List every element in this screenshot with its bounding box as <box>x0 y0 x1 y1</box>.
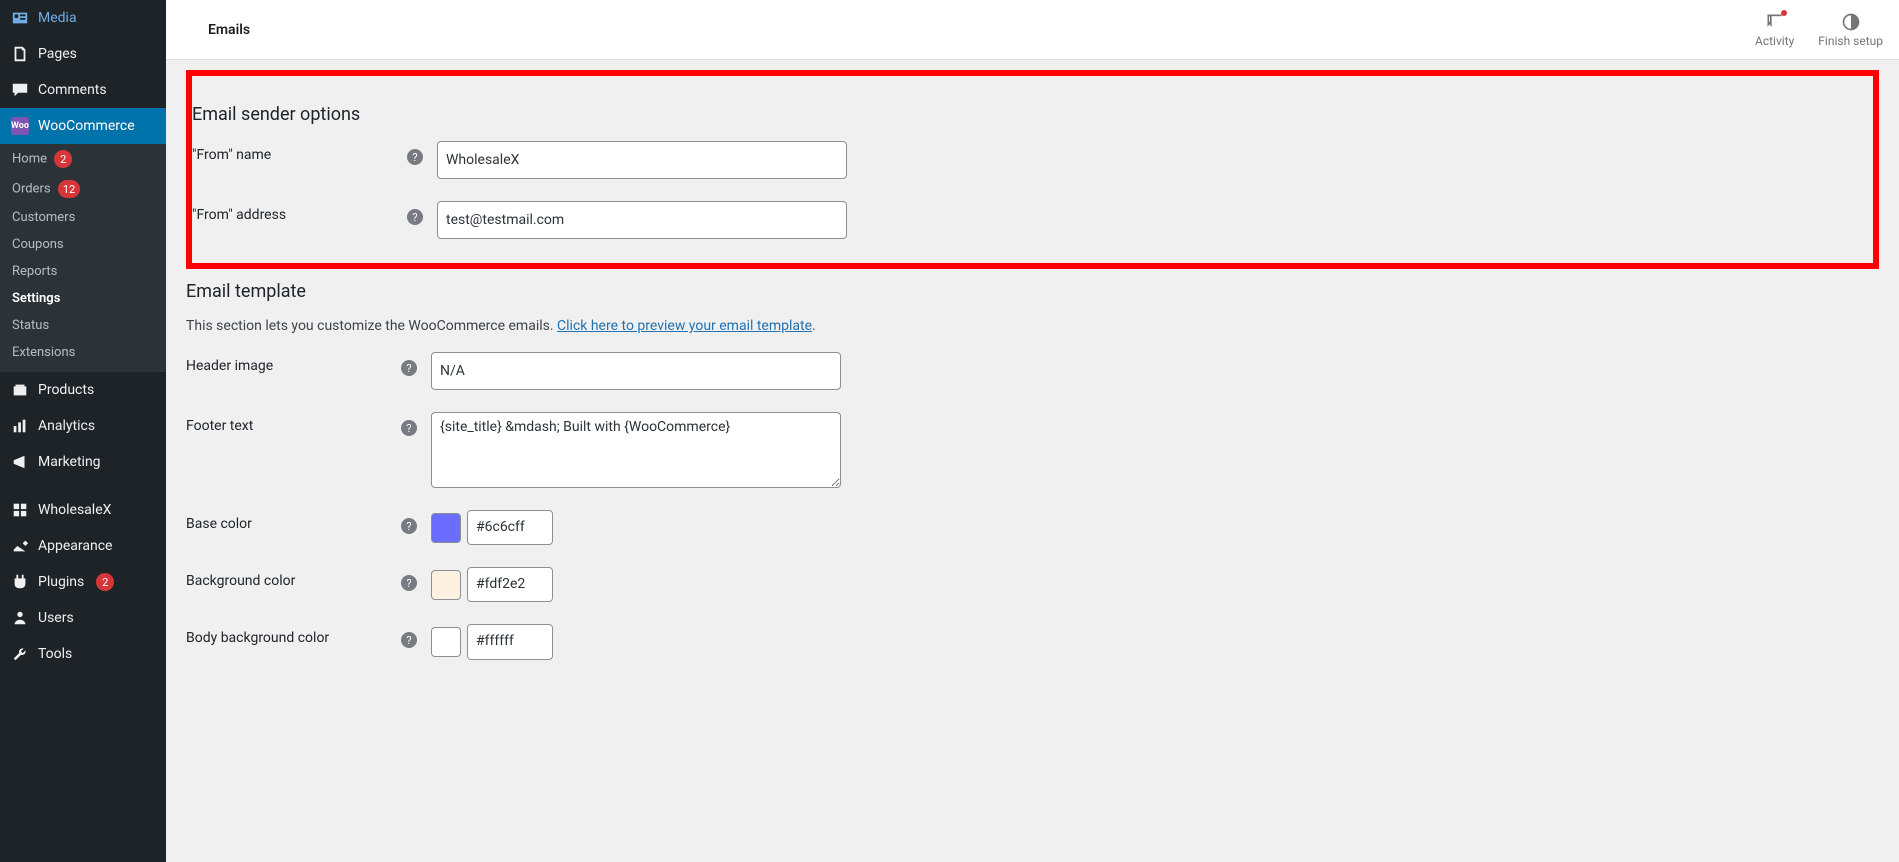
finish-setup-button[interactable]: Finish setup <box>1818 12 1883 48</box>
base-color-swatch[interactable] <box>431 513 461 543</box>
sidebar-item-media[interactable]: Media <box>0 0 166 36</box>
sidebar-sub-coupons[interactable]: Coupons <box>0 231 166 258</box>
products-icon <box>10 380 30 400</box>
sidebar-item-users[interactable]: Users <box>0 600 166 636</box>
sidebar-label: Comments <box>38 82 107 98</box>
wholesalex-icon <box>10 500 30 520</box>
body-bg-input[interactable] <box>467 624 553 659</box>
settings-content: Email sender options "From" name ? "From… <box>166 60 1899 692</box>
sidebar-item-pages[interactable]: Pages <box>0 36 166 72</box>
topbar-action-label: Activity <box>1755 34 1794 48</box>
body-bg-label: Body background color <box>186 624 401 646</box>
badge: 2 <box>54 150 72 168</box>
plugins-icon <box>10 572 30 592</box>
sidebar-item-tools[interactable]: Tools <box>0 636 166 672</box>
sidebar-label: Marketing <box>38 454 101 470</box>
header-image-input[interactable] <box>431 352 841 390</box>
sidebar-label: WholesaleX <box>38 502 111 518</box>
sidebar-item-marketing[interactable]: Marketing <box>0 444 166 480</box>
admin-sidebar: Media Pages Comments Woo WooCommerce Hom… <box>0 0 166 862</box>
from-address-input[interactable] <box>437 201 847 239</box>
sidebar-label: Media <box>38 10 77 26</box>
header-image-label: Header image <box>186 352 401 374</box>
sidebar-sub-settings[interactable]: Settings <box>0 285 166 312</box>
template-description: This section lets you customize the WooC… <box>186 318 1879 334</box>
help-icon[interactable]: ? <box>407 209 423 225</box>
comments-icon <box>10 80 30 100</box>
sidebar-sub-orders[interactable]: Orders 12 <box>0 174 166 204</box>
topbar-actions: Activity Finish setup <box>1755 12 1883 48</box>
footer-text-input[interactable]: {site_title} &mdash; Built with {WooComm… <box>431 412 841 488</box>
sidebar-item-products[interactable]: Products <box>0 372 166 408</box>
sidebar-label: Plugins <box>38 574 84 590</box>
help-icon[interactable]: ? <box>401 360 417 376</box>
sidebar-label: Tools <box>38 646 72 662</box>
from-name-input[interactable] <box>437 141 847 179</box>
marketing-icon <box>10 452 30 472</box>
help-icon[interactable]: ? <box>401 575 417 591</box>
footer-text-row: Footer text ? {site_title} &mdash; Built… <box>186 412 1879 488</box>
sidebar-sub-home[interactable]: Home 2 <box>0 144 166 174</box>
users-icon <box>10 608 30 628</box>
help-icon[interactable]: ? <box>401 632 417 648</box>
preview-template-link[interactable]: Click here to preview your email templat… <box>557 318 812 334</box>
sidebar-item-plugins[interactable]: Plugins 2 <box>0 564 166 600</box>
bg-color-input[interactable] <box>467 567 553 602</box>
sidebar-label: WooCommerce <box>38 118 135 134</box>
sidebar-item-analytics[interactable]: Analytics <box>0 408 166 444</box>
sidebar-label: Products <box>38 382 94 398</box>
help-icon[interactable]: ? <box>401 420 417 436</box>
finish-icon <box>1841 12 1861 32</box>
sidebar-item-comments[interactable]: Comments <box>0 72 166 108</box>
topbar-action-label: Finish setup <box>1818 34 1883 48</box>
activity-icon <box>1765 12 1785 32</box>
sidebar-label: Appearance <box>38 538 112 554</box>
help-icon[interactable]: ? <box>407 149 423 165</box>
sidebar-sub-extensions[interactable]: Extensions <box>0 339 166 366</box>
sidebar-sub-customers[interactable]: Customers <box>0 204 166 231</box>
tab-emails[interactable]: Emails <box>182 2 276 58</box>
from-address-label: "From" address <box>192 201 407 223</box>
header-image-row: Header image ? <box>186 352 1879 390</box>
footer-text-label: Footer text <box>186 412 401 434</box>
from-name-row: "From" name ? <box>192 141 1873 179</box>
body-bg-row: Body background color ? <box>186 624 1879 659</box>
from-address-row: "From" address ? <box>192 201 1873 239</box>
topbar: Emails Activity Finish setup <box>166 0 1899 60</box>
analytics-icon <box>10 416 30 436</box>
bg-color-swatch[interactable] <box>431 570 461 600</box>
email-sender-highlight: Email sender options "From" name ? "From… <box>186 70 1879 269</box>
sidebar-label: Analytics <box>38 418 95 434</box>
base-color-label: Base color <box>186 510 401 532</box>
base-color-input[interactable] <box>467 510 553 545</box>
pages-icon <box>10 44 30 64</box>
notification-dot <box>1781 10 1787 16</box>
sidebar-label: Pages <box>38 46 77 62</box>
sidebar-item-woocommerce[interactable]: Woo WooCommerce <box>0 108 166 144</box>
main-content: Emails Activity Finish setup Email sende… <box>166 0 1899 862</box>
activity-button[interactable]: Activity <box>1755 12 1794 48</box>
sidebar-sub-status[interactable]: Status <box>0 312 166 339</box>
appearance-icon <box>10 536 30 556</box>
sidebar-submenu: Home 2 Orders 12 Customers Coupons Repor… <box>0 144 166 372</box>
tools-icon <box>10 644 30 664</box>
media-icon <box>10 8 30 28</box>
badge: 2 <box>96 573 114 591</box>
sidebar-item-wholesalex[interactable]: WholesaleX <box>0 492 166 528</box>
badge: 12 <box>58 180 80 198</box>
body-bg-swatch[interactable] <box>431 627 461 657</box>
sidebar-sub-reports[interactable]: Reports <box>0 258 166 285</box>
sender-heading: Email sender options <box>192 104 1873 125</box>
help-icon[interactable]: ? <box>401 518 417 534</box>
template-heading: Email template <box>186 281 1879 302</box>
woocommerce-icon: Woo <box>10 116 30 136</box>
sidebar-label: Users <box>38 610 74 626</box>
from-name-label: "From" name <box>192 141 407 163</box>
bg-color-label: Background color <box>186 567 401 589</box>
bg-color-row: Background color ? <box>186 567 1879 602</box>
sidebar-item-appearance[interactable]: Appearance <box>0 528 166 564</box>
base-color-row: Base color ? <box>186 510 1879 545</box>
